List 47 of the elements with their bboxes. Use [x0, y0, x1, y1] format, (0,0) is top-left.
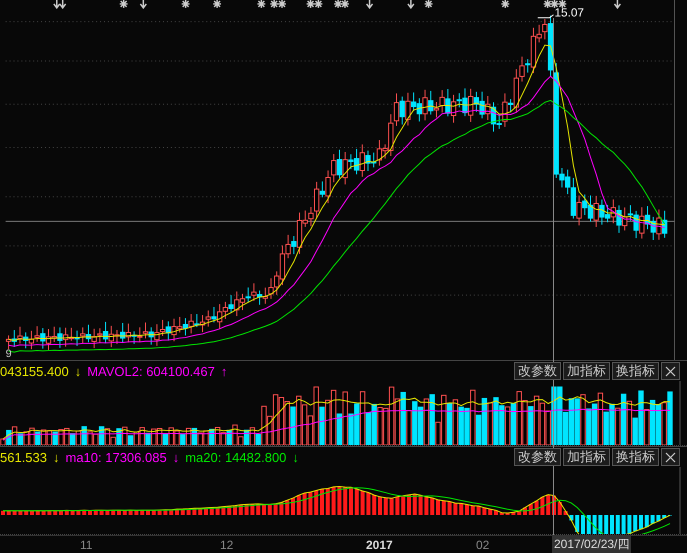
close-icon: [665, 452, 676, 462]
trend-arrow: ↑: [220, 364, 228, 378]
star-marker-icon: [277, 0, 287, 9]
star-marker-icon: [269, 0, 279, 9]
indicator-button[interactable]: 加指标: [563, 448, 610, 466]
star-marker-icon: [500, 0, 510, 9]
indicator-value: ma10: 17306.085: [66, 450, 167, 464]
star-marker-icon: [256, 0, 266, 9]
down-arrow-icon: [614, 0, 622, 10]
down-arrow-icon: [140, 0, 148, 10]
axis-label: 2017: [366, 538, 393, 552]
close-button[interactable]: [661, 448, 680, 466]
price-label: 9: [6, 348, 12, 360]
trend-arrow: ↓: [292, 450, 299, 464]
trend-arrow: ↓: [74, 364, 82, 378]
close-button[interactable]: [661, 362, 680, 380]
cursor-date-label: 2017/02/23/四: [552, 536, 632, 553]
trend-arrow: ↓: [172, 450, 180, 464]
star-marker-icon: [542, 0, 552, 9]
trend-arrow: ↓: [53, 450, 60, 464]
indicator-button[interactable]: 换指标: [612, 448, 659, 466]
indicator-value: ma20: 14482.800: [185, 450, 286, 464]
star-marker-icon: [424, 0, 434, 9]
indicator-value: MAVOL2: 604100.467: [87, 364, 215, 378]
price-label: 15.07: [554, 6, 584, 20]
star-marker-icon: [333, 0, 343, 9]
axis-label: 12: [220, 538, 234, 552]
indicator-button[interactable]: 加指标: [563, 362, 610, 380]
axis-label: 11: [80, 538, 92, 552]
star-marker-icon: [306, 0, 316, 9]
close-icon: [665, 366, 676, 376]
axis-label: 02: [476, 538, 490, 552]
down-arrow-icon: [366, 0, 374, 10]
star-marker-icon: [340, 0, 350, 9]
indicator-button[interactable]: 换指标: [612, 362, 659, 380]
down-arrow-icon: [407, 0, 415, 10]
leader-line: [537, 14, 554, 18]
star-marker-icon: [314, 0, 324, 9]
indicator-button[interactable]: 改参数: [514, 362, 561, 380]
star-marker-icon: [550, 0, 560, 9]
star-marker-icon: [212, 0, 222, 9]
star-marker-icon: [180, 0, 190, 9]
indicator-value: 043155.400: [0, 364, 69, 378]
star-marker-icon: [119, 0, 128, 9]
indicator-value: 561.533: [0, 450, 47, 464]
star-marker-icon: [558, 0, 568, 9]
indicator-button[interactable]: 改参数: [514, 448, 561, 466]
